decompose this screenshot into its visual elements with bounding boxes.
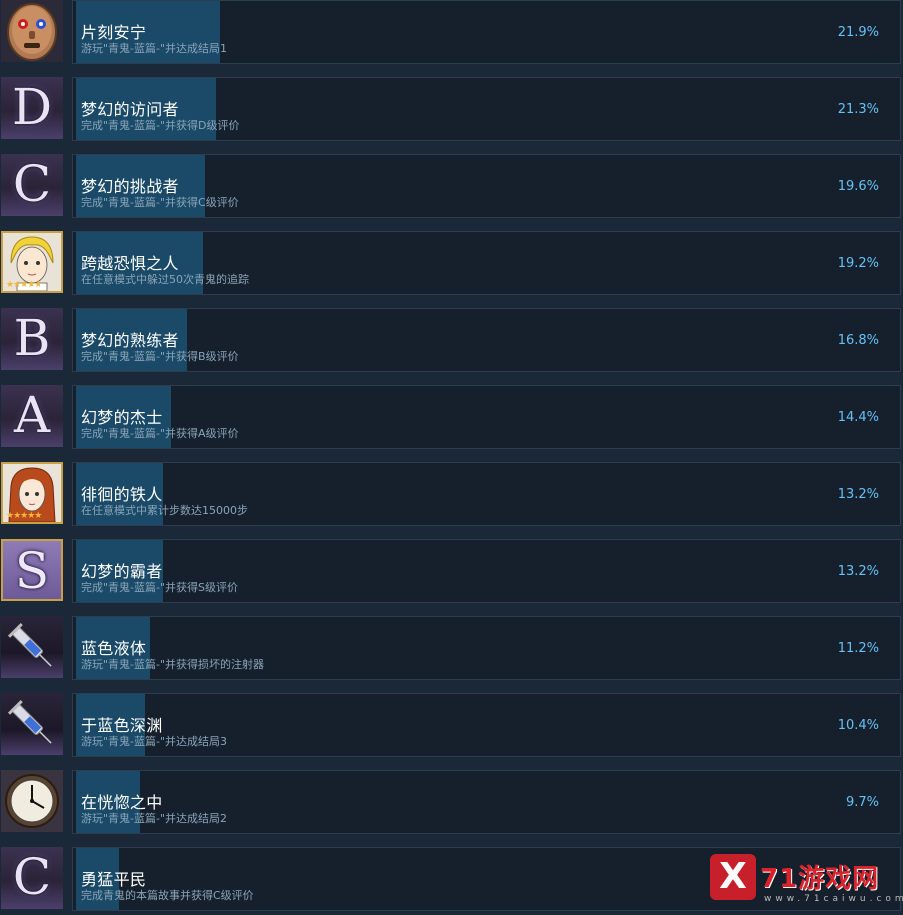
achievement-row[interactable]: 蓝色液体 游玩"青鬼-蓝篇-"并获得损坏的注射器 11.2% xyxy=(0,616,903,684)
achievement-description: 游玩"青鬼-蓝篇-"并达成结局3 xyxy=(81,735,228,748)
achievement-card: 蓝色液体 游玩"青鬼-蓝篇-"并获得损坏的注射器 11.2% xyxy=(72,616,901,680)
letter-s-icon: S xyxy=(1,539,63,601)
letter-d-icon: D xyxy=(1,77,63,139)
unlock-percent: 19.2% xyxy=(837,256,879,271)
letter-b-icon: B xyxy=(1,308,63,370)
achievement-card: 幻梦的霸者 完成"青鬼-蓝篇-"并获得S级评价 13.2% xyxy=(72,539,901,603)
blonde-portrait-icon: ★★★★★ xyxy=(1,231,63,293)
unlock-percent: 21.3% xyxy=(837,102,879,117)
unlock-percent: 13.2% xyxy=(837,564,879,579)
achievement-row[interactable]: 于蓝色深渊 游玩"青鬼-蓝篇-"并达成结局3 10.4% xyxy=(0,693,903,761)
letter-a-icon: A xyxy=(1,385,63,447)
achievement-description: 游玩"青鬼-蓝篇-"并达成结局1 xyxy=(81,42,228,55)
achievement-row[interactable]: B 梦幻的熟练者 完成"青鬼-蓝篇-"并获得B级评价 16.8% xyxy=(0,308,903,376)
achievement-row[interactable]: ★★★★★ 徘徊的铁人 在任意模式中累计步数达15000步 13.2% xyxy=(0,462,903,530)
achievement-card: 于蓝色深渊 游玩"青鬼-蓝篇-"并达成结局3 10.4% xyxy=(72,693,901,757)
unlock-percent: 19.6% xyxy=(837,179,879,194)
rating-stars: ★★★★★ xyxy=(6,280,42,290)
watermark-text: 71游戏网 xyxy=(760,864,880,894)
unlock-percent: 9.7% xyxy=(845,795,879,810)
achievement-row[interactable]: C 梦幻的挑战者 完成"青鬼-蓝篇-"并获得C级评价 19.6% xyxy=(0,154,903,222)
letter-c-icon: C xyxy=(1,847,63,909)
achievement-description: 完成青鬼的本篇故事并获得C级评价 xyxy=(81,889,254,902)
achievement-description: 游玩"青鬼-蓝篇-"并达成结局2 xyxy=(81,812,228,825)
achievement-description: 在任意模式中躲过50次青鬼的追踪 xyxy=(81,273,249,286)
achievement-description: 完成"青鬼-蓝篇-"并获得D级评价 xyxy=(81,119,240,132)
unlock-percent: 11.2% xyxy=(837,641,879,656)
achievement-card: 梦幻的熟练者 完成"青鬼-蓝篇-"并获得B级评价 16.8% xyxy=(72,308,901,372)
achievement-card: 徘徊的铁人 在任意模式中累计步数达15000步 13.2% xyxy=(72,462,901,526)
achievement-card: 梦幻的挑战者 完成"青鬼-蓝篇-"并获得C级评价 19.6% xyxy=(72,154,901,218)
achievement-card: 片刻安宁 游玩"青鬼-蓝篇-"并达成结局1 21.9% xyxy=(72,0,901,64)
achievement-card: 梦幻的访问者 完成"青鬼-蓝篇-"并获得D级评价 21.3% xyxy=(72,77,901,141)
rating-stars: ★★★★★ xyxy=(6,511,42,521)
achievement-row[interactable]: ★★★★★ 跨越恐惧之人 在任意模式中躲过50次青鬼的追踪 19.2% xyxy=(0,231,903,299)
mask-face-icon xyxy=(1,0,63,62)
achievement-row[interactable]: S 幻梦的霸者 完成"青鬼-蓝篇-"并获得S级评价 13.2% xyxy=(0,539,903,607)
achievement-card: 跨越恐惧之人 在任意模式中躲过50次青鬼的追踪 19.2% xyxy=(72,231,901,295)
unlock-percent: 13.2% xyxy=(837,487,879,502)
achievement-description: 完成"青鬼-蓝篇-"并获得S级评价 xyxy=(81,581,239,594)
achievement-row[interactable]: 片刻安宁 游玩"青鬼-蓝篇-"并达成结局1 21.9% xyxy=(0,0,903,68)
achievement-description: 完成"青鬼-蓝篇-"并获得A级评价 xyxy=(81,427,239,440)
unlock-percent: 16.8% xyxy=(837,333,879,348)
unlock-percent: 10.4% xyxy=(837,718,879,733)
achievement-row[interactable]: A 幻梦的杰士 完成"青鬼-蓝篇-"并获得A级评价 14.4% xyxy=(0,385,903,453)
watermark-url: www.71caiwu.com xyxy=(764,894,903,904)
syringe-icon xyxy=(1,616,63,678)
clock-icon xyxy=(1,770,63,832)
watermark-logo: X xyxy=(710,854,756,900)
achievement-description: 完成"青鬼-蓝篇-"并获得B级评价 xyxy=(81,350,239,363)
achievement-description: 在任意模式中累计步数达15000步 xyxy=(81,504,248,517)
unlock-percent: 21.9% xyxy=(837,25,879,40)
achievement-description: 完成"青鬼-蓝篇-"并获得C级评价 xyxy=(81,196,239,209)
unlock-percent: 14.4% xyxy=(837,410,879,425)
achievement-card: 幻梦的杰士 完成"青鬼-蓝篇-"并获得A级评价 14.4% xyxy=(72,385,901,449)
letter-c-icon: C xyxy=(1,154,63,216)
site-watermark: X 71游戏网 www.71caiwu.com xyxy=(690,852,903,910)
achievement-card: 在恍惚之中 游玩"青鬼-蓝篇-"并达成结局2 9.7% xyxy=(72,770,901,834)
achievement-row[interactable]: D 梦幻的访问者 完成"青鬼-蓝篇-"并获得D级评价 21.3% xyxy=(0,77,903,145)
redhair-portrait-icon: ★★★★★ xyxy=(1,462,63,524)
achievement-description: 游玩"青鬼-蓝篇-"并获得损坏的注射器 xyxy=(81,658,265,671)
achievement-row[interactable]: 在恍惚之中 游玩"青鬼-蓝篇-"并达成结局2 9.7% xyxy=(0,770,903,838)
syringe-icon xyxy=(1,693,63,755)
